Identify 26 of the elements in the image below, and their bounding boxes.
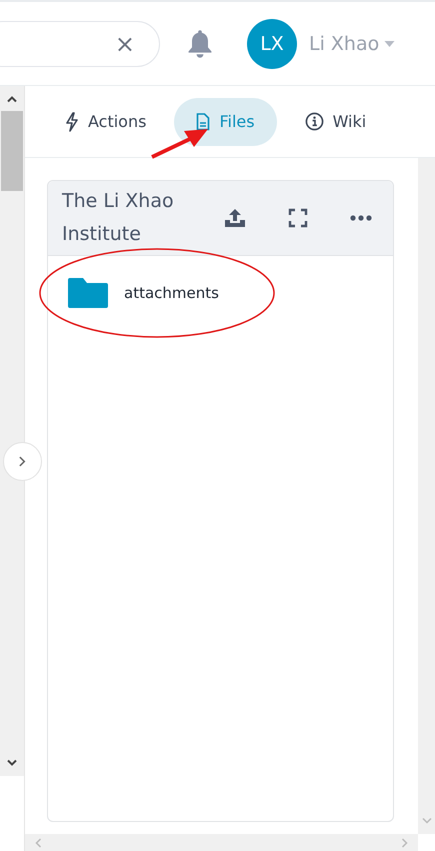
scroll-up-icon[interactable] [7, 96, 17, 103]
tab[interactable]: Files [174, 98, 277, 146]
card-title: The Li Xhao Institute [62, 189, 175, 247]
search-field[interactable]: × [0, 20, 160, 66]
user-name[interactable]: Li Xhao [309, 32, 380, 54]
scroll-left-icon[interactable] [35, 838, 42, 848]
lightning-icon [65, 112, 79, 132]
scrollbar-thumb[interactable] [1, 111, 23, 191]
caret-icon[interactable] [384, 40, 396, 46]
tab[interactable]: Actions [65, 98, 168, 146]
scroll-right-icon[interactable] [401, 838, 408, 848]
annotation-arrow [150, 126, 210, 160]
more-icon[interactable] [350, 215, 372, 221]
file-item[interactable]: attachments [48, 256, 393, 330]
folder-name: attachments [124, 284, 219, 302]
upload-icon[interactable] [224, 208, 246, 228]
tab[interactable]: Wiki [282, 98, 388, 146]
folder-icon [68, 278, 108, 308]
fullscreen-icon[interactable] [288, 208, 308, 228]
chevron-right-icon [19, 456, 26, 467]
avatar[interactable]: LX [247, 18, 297, 68]
scroll-down-icon[interactable] [7, 759, 17, 766]
document-icon [196, 112, 210, 130]
bell-icon[interactable] [186, 28, 214, 60]
clear-button[interactable]: × [114, 32, 135, 56]
info-icon [304, 112, 324, 131]
